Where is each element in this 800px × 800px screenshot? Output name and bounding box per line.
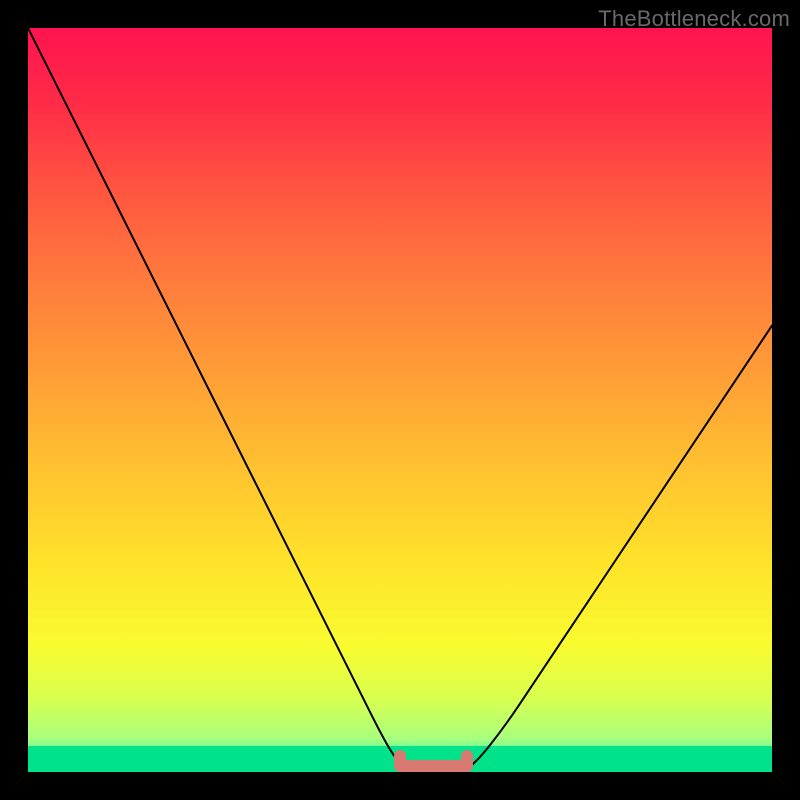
gradient-background xyxy=(28,28,772,772)
bottleneck-chart xyxy=(28,28,772,772)
plot-area xyxy=(28,28,772,772)
chart-frame: TheBottleneck.com xyxy=(0,0,800,800)
watermark-text: TheBottleneck.com xyxy=(598,6,790,32)
